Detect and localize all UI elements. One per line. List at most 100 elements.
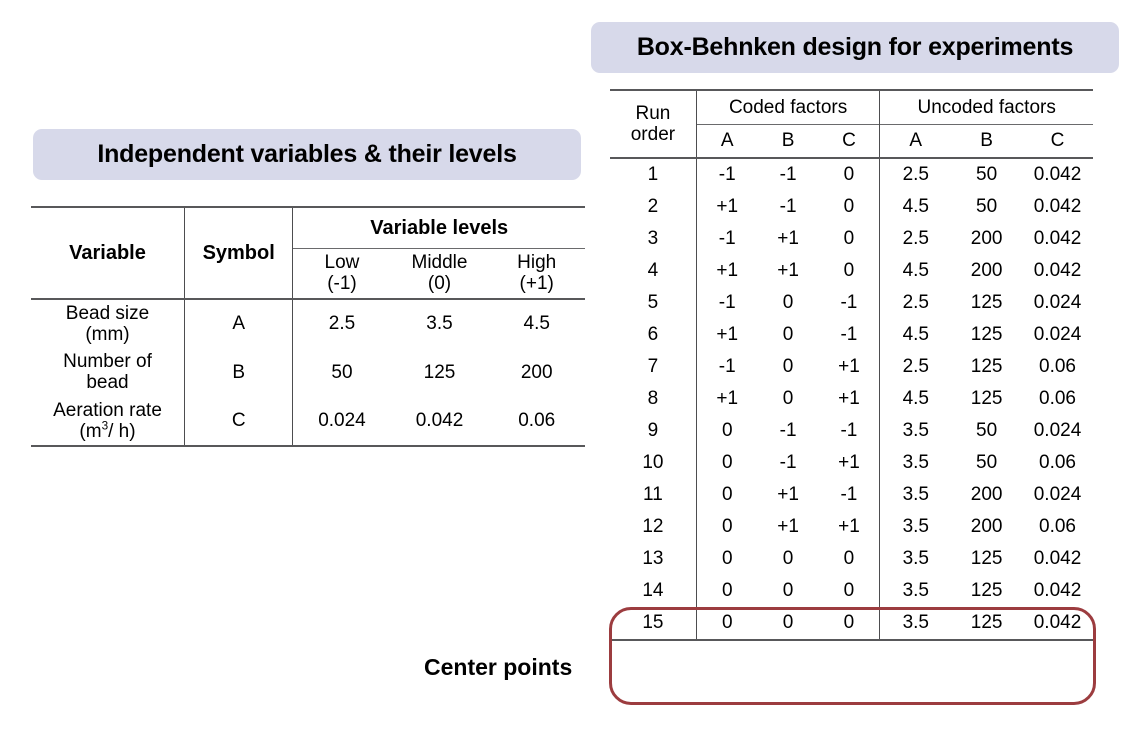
header-uncoded-b: B <box>951 124 1023 158</box>
cell-coded-b: +1 <box>777 260 799 282</box>
cell-low: 50 <box>292 348 391 397</box>
cell-uncoded-b: 125 <box>970 548 1003 570</box>
cell-coded-c: 0 <box>843 260 855 282</box>
table-row-center-point: 15 0 0 0 3.5 125 0.042 <box>610 607 1093 641</box>
cell-uncoded-c: 0.024 <box>1033 420 1082 442</box>
cell-high: 200 <box>520 361 553 383</box>
table-header-row-groups: Run order Coded factors Uncoded factors <box>610 89 1093 158</box>
cell-coded-c: +1 <box>838 356 860 378</box>
table-row-center-point: 13 0 0 0 3.5 125 0.042 <box>610 543 1093 575</box>
table-row: 7 -1 0 +1 2.5 125 0.06 <box>610 351 1093 383</box>
cell-uncoded-b: 200 <box>970 516 1003 538</box>
cell-uncoded-a: 3.5 <box>879 415 952 447</box>
table-row: 12 0 +1 +1 3.5 200 0.06 <box>610 511 1093 543</box>
cell-variable-name: Bead size (mm) <box>31 297 185 349</box>
independent-variables-title-text: Independent variables & their levels <box>97 140 517 168</box>
cell-coded-b: +1 <box>777 516 799 538</box>
cell-coded-a: -1 <box>695 351 758 383</box>
header-level-low-name: Low <box>324 252 360 273</box>
table-row: Bead size (mm) A 2.5 3.5 4.5 <box>31 297 585 349</box>
table-row: 11 0 +1 -1 3.5 200 0.024 <box>610 479 1093 511</box>
cell-coded-c: +1 <box>838 452 860 474</box>
cell-coded-b: +1 <box>777 228 799 250</box>
cell-coded-c: -1 <box>840 484 858 506</box>
cell-uncoded-b: 125 <box>970 356 1003 378</box>
cell-uncoded-c: 0.042 <box>1022 607 1093 641</box>
cell-uncoded-b: 200 <box>970 260 1003 282</box>
cell-uncoded-c: 0.042 <box>1022 157 1093 191</box>
cell-coded-b: 0 <box>757 607 819 641</box>
table-row: 8 +1 0 +1 4.5 125 0.06 <box>610 383 1093 415</box>
table-row: 10 0 -1 +1 3.5 50 0.06 <box>610 447 1093 479</box>
cell-coded-a: -1 <box>695 157 758 191</box>
cell-run: 3 <box>647 228 659 250</box>
cell-coded-a: 0 <box>695 543 758 575</box>
cell-high: 0.06 <box>488 396 585 448</box>
cell-run: 10 <box>642 452 664 474</box>
independent-variables-table: Variable Symbol Variable levels Low (-1)… <box>31 206 585 448</box>
header-uncoded-c: C <box>1022 124 1093 158</box>
cell-coded-b: 0 <box>782 356 794 378</box>
cell-coded-a: +1 <box>695 191 758 223</box>
cell-coded-b: 0 <box>782 580 794 602</box>
header-level-high-name: High <box>517 252 557 273</box>
table-row: 5 -1 0 -1 2.5 125 0.024 <box>610 287 1093 319</box>
box-behnken-title-banner: Box-Behnken design for experiments <box>591 22 1119 73</box>
cell-symbol: C <box>183 396 293 448</box>
table-row: 9 0 -1 -1 3.5 50 0.024 <box>610 415 1093 447</box>
cell-coded-c: -1 <box>840 292 858 314</box>
table-header-row-group: Variable Symbol Variable levels <box>31 206 585 299</box>
cell-uncoded-b: 50 <box>976 196 998 218</box>
cell-coded-c: -1 <box>840 324 858 346</box>
header-level-middle-name: Middle <box>411 252 468 273</box>
header-level-high-code: (+1) <box>519 273 554 295</box>
cell-low: 0.024 <box>292 396 391 448</box>
cell-middle: 125 <box>423 361 456 383</box>
cell-run: 11 <box>643 484 663 506</box>
table-row: 2 +1 -1 0 4.5 50 0.042 <box>610 191 1093 223</box>
cell-variable-name: Number of bead <box>63 351 152 394</box>
cell-variable-units: (m3/ h) <box>79 419 136 442</box>
cell-middle: 0.042 <box>390 396 489 448</box>
cell-uncoded-b: 125 <box>970 580 1003 602</box>
cell-middle: 3.5 <box>390 297 489 349</box>
cell-uncoded-b: 125 <box>970 292 1003 314</box>
cell-coded-c: +1 <box>838 516 860 538</box>
cell-high: 4.5 <box>488 297 585 349</box>
cell-uncoded-c: 0.042 <box>1033 548 1082 570</box>
cell-uncoded-b: 50 <box>976 452 998 474</box>
cell-run: 5 <box>647 292 659 314</box>
header-level-middle-code: (0) <box>427 273 452 295</box>
cell-uncoded-a: 2.5 <box>879 351 952 383</box>
cell-coded-b: +1 <box>777 484 799 506</box>
cell-uncoded-c: 0.06 <box>1039 452 1076 474</box>
cell-run: 15 <box>610 607 697 641</box>
cell-uncoded-b: 125 <box>970 324 1003 346</box>
cell-coded-a: 0 <box>695 607 758 641</box>
cell-uncoded-a: 3.5 <box>879 543 952 575</box>
header-uncoded-a: A <box>879 124 952 158</box>
cell-uncoded-a: 4.5 <box>879 383 952 415</box>
cell-coded-a: 0 <box>695 479 758 511</box>
table-row: 4 +1 +1 0 4.5 200 0.042 <box>610 255 1093 287</box>
cell-uncoded-a: 3.5 <box>879 575 952 607</box>
cell-run: 8 <box>647 388 659 410</box>
cell-run: 7 <box>647 356 659 378</box>
cell-uncoded-b: 125 <box>951 607 1023 641</box>
cell-uncoded-c: 0.042 <box>1033 580 1082 602</box>
cell-coded-b: 0 <box>782 548 794 570</box>
cell-uncoded-a: 3.5 <box>879 511 952 543</box>
box-behnken-title-text: Box-Behnken design for experiments <box>636 33 1074 61</box>
center-points-annotation-label: Center points <box>424 654 573 680</box>
cell-coded-a: +1 <box>695 319 758 351</box>
table-row: Aeration rate (m3/ h) C 0.024 0.042 0.06 <box>31 396 585 448</box>
cell-uncoded-a: 4.5 <box>879 255 952 287</box>
cell-uncoded-a: 3.5 <box>879 607 952 641</box>
cell-coded-a: 0 <box>695 511 758 543</box>
header-coded-b: B <box>757 124 819 158</box>
cell-coded-c: 0 <box>843 196 855 218</box>
cell-uncoded-a: 4.5 <box>879 191 952 223</box>
cell-uncoded-a: 4.5 <box>879 319 952 351</box>
cell-uncoded-c: 0.024 <box>1033 292 1082 314</box>
cell-low: 2.5 <box>292 297 391 349</box>
